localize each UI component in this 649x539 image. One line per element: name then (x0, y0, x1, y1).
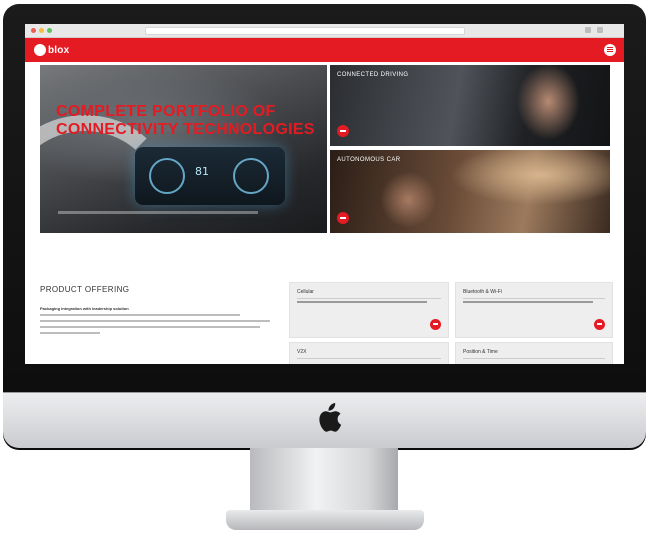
hero-title: Complete portfolio of connectivity techn… (56, 103, 315, 139)
divider (463, 298, 605, 299)
text-line (40, 314, 240, 316)
card-label: Autonomous car (337, 157, 401, 163)
ublox-logo[interactable]: blox (34, 43, 69, 57)
gauge-graphic (233, 158, 269, 194)
share-icon[interactable] (585, 27, 591, 33)
browser-toolbar (25, 24, 624, 38)
offer-card-position-time[interactable]: Position & Time (455, 342, 613, 364)
text-line (40, 320, 270, 322)
offer-description-line (463, 301, 593, 303)
offer-card-v2x[interactable]: V2X (289, 342, 449, 364)
offer-title: Cellular (297, 289, 314, 295)
arrow-right-icon[interactable] (430, 319, 441, 330)
monitor-base (226, 510, 424, 530)
logo-mark-icon (34, 44, 46, 56)
monitor-stand (250, 448, 398, 514)
apple-icon (319, 403, 342, 432)
offer-description-line (297, 301, 427, 303)
arrow-right-icon[interactable] (594, 319, 605, 330)
section-subtitle: Packaging integration with leadership so… (40, 306, 129, 311)
card-label: Connected driving (337, 72, 409, 78)
close-window-icon[interactable] (31, 28, 36, 33)
hero-caption-line (58, 211, 258, 214)
address-bar[interactable] (145, 27, 465, 35)
offer-title: Bluetooth & Wi-Fi (463, 289, 502, 295)
card-connected-driving[interactable]: Connected driving (330, 65, 610, 146)
arrow-right-icon[interactable] (337, 125, 349, 137)
text-line (40, 326, 260, 328)
text-line (40, 332, 100, 334)
offer-card-cellular[interactable]: Cellular (289, 282, 449, 338)
logo-text: blox (48, 44, 70, 56)
gauge-graphic (149, 158, 185, 194)
tabs-icon[interactable] (597, 27, 603, 33)
divider (297, 298, 441, 299)
section-title: Product offering (40, 285, 130, 294)
minimize-window-icon[interactable] (39, 28, 44, 33)
offer-title: V2X (297, 349, 307, 355)
dashboard-graphic: 81 (135, 147, 285, 205)
offer-title: Position & Time (463, 349, 498, 355)
window-controls[interactable] (31, 28, 52, 33)
divider (297, 358, 441, 359)
dash-reading: 81 (195, 165, 209, 178)
offer-card-bluetooth-wifi[interactable]: Bluetooth & Wi-Fi (455, 282, 613, 338)
maximize-window-icon[interactable] (47, 28, 52, 33)
hero-banner[interactable]: 81 Complete portfolio of connectivity te… (40, 65, 327, 233)
divider (463, 358, 605, 359)
card-autonomous-car[interactable]: Autonomous car (330, 150, 610, 233)
site-header: blox (25, 38, 624, 62)
hamburger-icon[interactable] (604, 44, 616, 56)
monitor-screen: blox 81 Complete portfolio of connectivi… (25, 24, 624, 364)
arrow-right-icon[interactable] (337, 212, 349, 224)
